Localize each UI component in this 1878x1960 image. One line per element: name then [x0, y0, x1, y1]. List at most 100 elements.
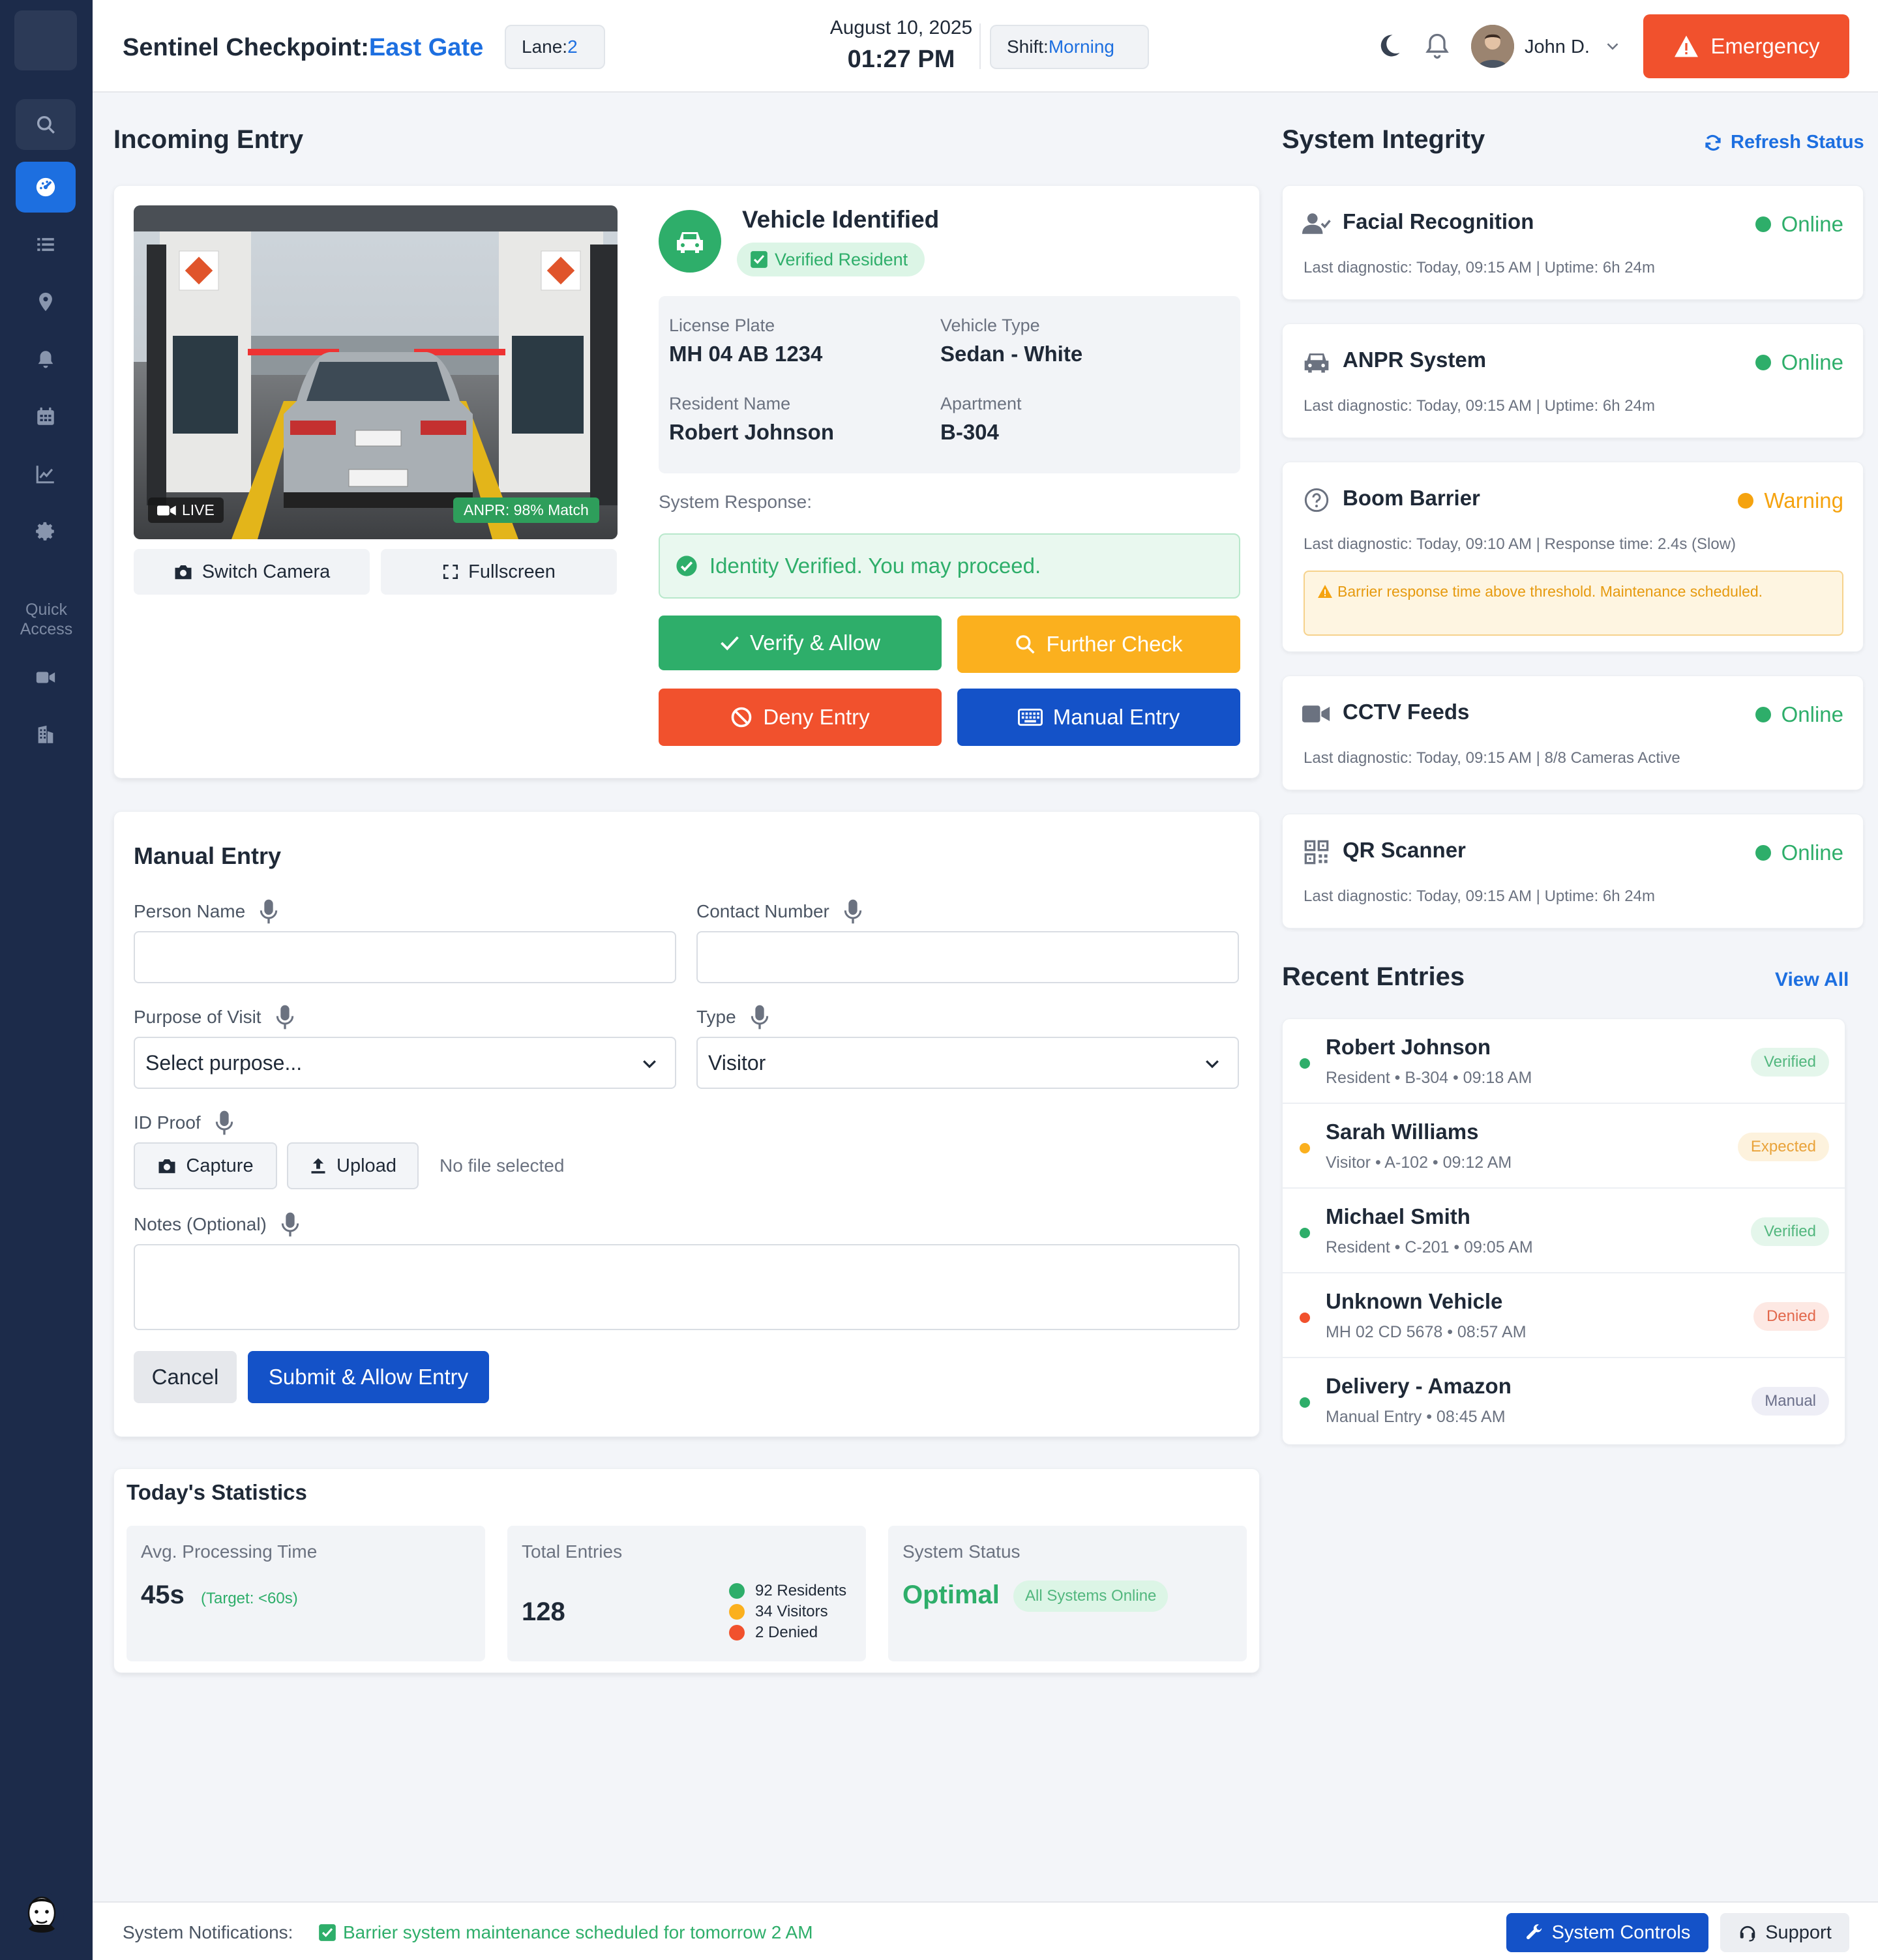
- video-icon: [1302, 705, 1330, 722]
- notification-bell-icon[interactable]: [1423, 31, 1452, 60]
- qr-icon: [1304, 840, 1329, 865]
- question-icon: [1304, 488, 1329, 512]
- incoming-entry-title: Incoming Entry: [113, 125, 304, 154]
- system-response-label: System Response:: [659, 492, 812, 512]
- status-badge: Manual: [1751, 1387, 1829, 1416]
- fullscreen-button[interactable]: Fullscreen: [381, 549, 617, 595]
- video-icon[interactable]: [16, 652, 76, 703]
- microphone-icon[interactable]: [751, 1004, 769, 1030]
- warning-icon: [1674, 35, 1698, 57]
- total-entries-value: 128: [522, 1597, 565, 1626]
- system-controls-button[interactable]: System Controls: [1506, 1913, 1708, 1952]
- submit-allow-button[interactable]: Submit & Allow Entry: [248, 1351, 489, 1403]
- resident-value: Robert Johnson: [669, 420, 834, 444]
- bell-icon[interactable]: [16, 334, 76, 385]
- manual-entry-button[interactable]: Manual Entry: [957, 689, 1240, 746]
- status-badge: Expected: [1737, 1133, 1829, 1161]
- top-header: Sentinel Checkpoint:East Gate Lane: 2 Aug…: [93, 0, 1878, 93]
- microphone-icon[interactable]: [215, 1110, 233, 1136]
- purpose-label: Purpose of Visit: [134, 1004, 294, 1030]
- vehicle-type-value: Sedan - White: [940, 342, 1083, 366]
- avg-processing-value: 45s: [141, 1581, 185, 1609]
- system-status-label: System Status: [902, 1541, 1021, 1562]
- microphone-icon[interactable]: [281, 1211, 299, 1238]
- purpose-select[interactable]: Select purpose...: [134, 1037, 676, 1089]
- search-icon[interactable]: [16, 99, 76, 150]
- switch-camera-button[interactable]: Switch Camera: [134, 549, 370, 595]
- chevron-down-icon[interactable]: [1603, 37, 1622, 56]
- header-date: August 10, 2025: [829, 17, 973, 38]
- verify-allow-button[interactable]: Verify & Allow: [659, 616, 942, 670]
- user-name[interactable]: John D.: [1525, 37, 1590, 58]
- gear-icon[interactable]: [16, 506, 76, 557]
- ban-icon: [732, 707, 752, 728]
- chevron-down-icon: [1206, 1060, 1219, 1069]
- entries-breakdown: 92 Residents 34 Visitors 2 Denied: [729, 1581, 846, 1643]
- contact-number-label: Contact Number: [696, 898, 862, 925]
- list-icon[interactable]: [16, 219, 76, 270]
- location-icon[interactable]: [16, 276, 76, 327]
- avg-processing-box: Avg. Processing Time 45s (Target: <60s): [127, 1526, 485, 1661]
- view-all-link[interactable]: View All: [1775, 969, 1849, 991]
- status-dot: [1300, 1143, 1310, 1153]
- system-card-boom-barrier: Boom Barrier Warning Last diagnostic: To…: [1282, 462, 1864, 652]
- keyboard-icon: [1017, 708, 1043, 726]
- system-card-cctv: CCTV Feeds Online Last diagnostic: Today…: [1282, 676, 1864, 790]
- video-camera-icon: [157, 505, 176, 515]
- cancel-button[interactable]: Cancel: [134, 1351, 237, 1403]
- list-item[interactable]: Robert Johnson Resident • B-304 • 09:18 …: [1283, 1019, 1845, 1104]
- chart-icon[interactable]: [16, 449, 76, 499]
- dashboard-icon[interactable]: [16, 162, 76, 213]
- person-name-input[interactable]: [134, 931, 676, 983]
- anpr-match-badge: ANPR: 98% Match: [453, 497, 599, 523]
- status-dot: [1300, 1313, 1310, 1323]
- system-card-anpr: ANPR System Online Last diagnostic: Toda…: [1282, 323, 1864, 438]
- list-item[interactable]: Delivery - Amazon Manual Entry • 08:45 A…: [1283, 1358, 1845, 1443]
- list-item[interactable]: Sarah Williams Visitor • A-102 • 09:12 A…: [1283, 1104, 1845, 1189]
- capture-button[interactable]: Capture: [134, 1142, 277, 1189]
- person-name-label: Person Name: [134, 898, 278, 925]
- list-item[interactable]: Unknown Vehicle MH 02 CD 5678 • 08:57 AM…: [1283, 1273, 1845, 1358]
- wrench-icon: [1526, 1924, 1542, 1940]
- building-icon[interactable]: [16, 709, 76, 760]
- denied-dot: [729, 1625, 745, 1641]
- notification-message: Barrier system maintenance scheduled for…: [318, 1922, 813, 1943]
- system-response-message: Identity Verified. You may proceed.: [659, 533, 1240, 599]
- upload-button[interactable]: Upload: [287, 1142, 419, 1189]
- operator-avatar-icon[interactable]: [18, 1891, 65, 1938]
- recent-entries-list: Robert Johnson Resident • B-304 • 09:18 …: [1282, 1018, 1845, 1445]
- microphone-icon[interactable]: [276, 1004, 294, 1030]
- all-systems-online-badge: All Systems Online: [1013, 1581, 1169, 1612]
- visitors-dot: [729, 1604, 745, 1620]
- apartment-value: B-304: [940, 420, 999, 444]
- car-icon: [677, 232, 703, 253]
- emergency-button[interactable]: Emergency: [1643, 14, 1849, 78]
- face-recognition-icon: [1302, 213, 1331, 234]
- refresh-status-link[interactable]: Refresh Status: [1703, 132, 1864, 153]
- status-dot: [1300, 1058, 1310, 1069]
- microphone-icon[interactable]: [844, 898, 862, 925]
- check-icon: [721, 636, 739, 651]
- moon-icon[interactable]: [1375, 31, 1403, 60]
- camera-feed[interactable]: LIVE ANPR: 98% Match: [134, 205, 618, 539]
- refresh-icon: [1705, 134, 1721, 151]
- further-check-button[interactable]: Further Check: [957, 616, 1240, 673]
- breakdown-denied: 2 Denied: [729, 1622, 846, 1643]
- system-integrity-title: System Integrity: [1282, 125, 1485, 154]
- header-divider: [979, 23, 981, 69]
- deny-entry-button[interactable]: Deny Entry: [659, 689, 942, 746]
- resident-label: Resident Name: [669, 394, 791, 413]
- notes-textarea[interactable]: [134, 1244, 1240, 1330]
- notes-label: Notes (Optional): [134, 1211, 299, 1238]
- avg-processing-target: (Target: <60s): [201, 1590, 298, 1607]
- list-item[interactable]: Michael Smith Resident • C-201 • 09:05 A…: [1283, 1189, 1845, 1273]
- calendar-icon[interactable]: [16, 391, 76, 442]
- contact-number-input[interactable]: [696, 931, 1239, 983]
- type-select[interactable]: Visitor: [696, 1037, 1239, 1089]
- search-icon: [1016, 635, 1036, 654]
- page-title: Sentinel Checkpoint:East Gate: [123, 34, 484, 61]
- user-avatar[interactable]: [1471, 25, 1514, 68]
- microphone-icon[interactable]: [260, 898, 278, 925]
- bottom-bar: System Notifications: Barrier system mai…: [93, 1901, 1878, 1960]
- support-button[interactable]: Support: [1720, 1913, 1849, 1952]
